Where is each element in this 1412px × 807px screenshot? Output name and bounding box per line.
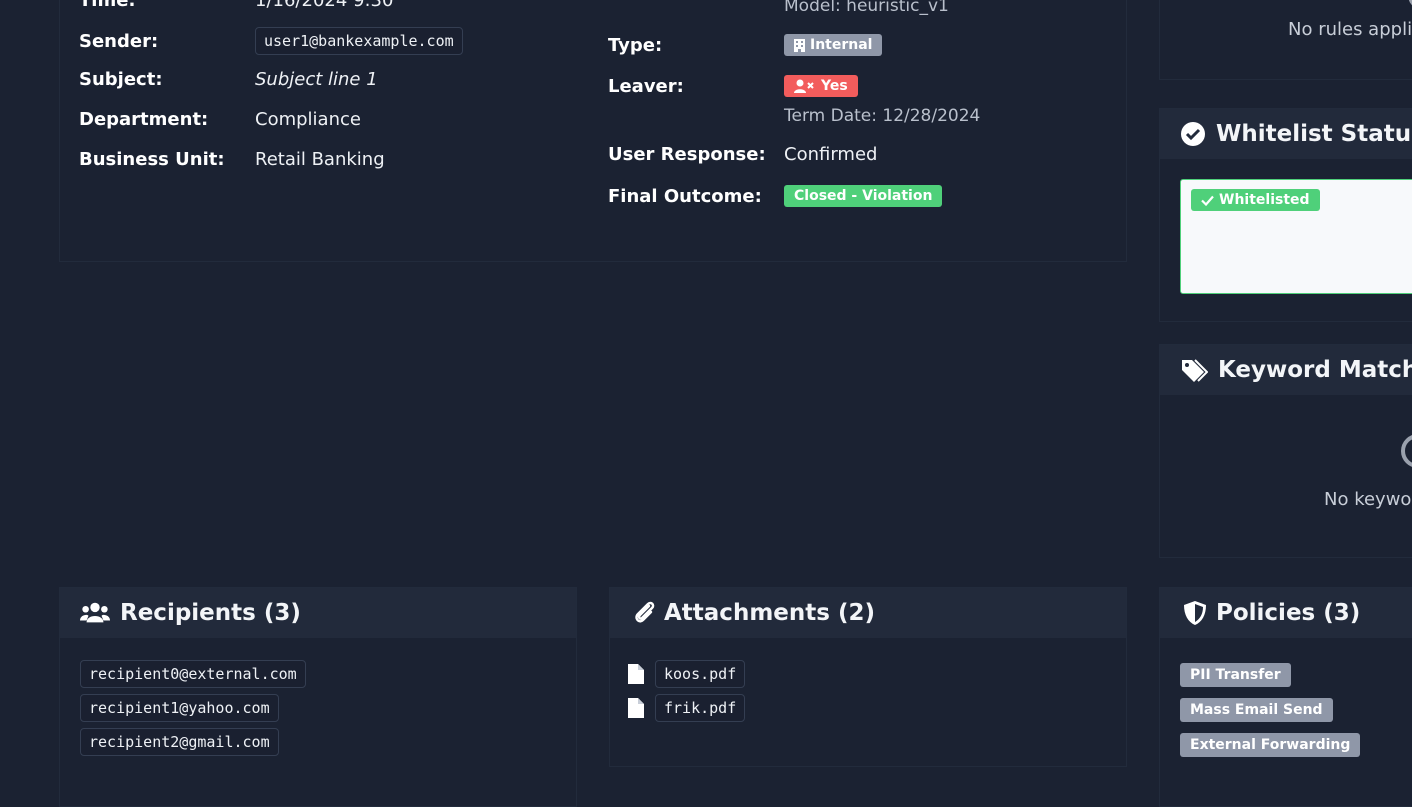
recipients-list: recipient0@external.com recipient1@yahoo… (80, 660, 306, 756)
subject-value: Subject line 1 (255, 69, 378, 90)
policies-panel: Policies (3) PII Transfer Mass Email Sen… (1159, 587, 1412, 807)
final-outcome-label: Final Outcome: (608, 185, 762, 207)
user-x-icon (794, 79, 814, 93)
users-icon (80, 598, 110, 628)
policy-tag: External Forwarding (1180, 733, 1361, 757)
leaver-badge-label: Yes (821, 78, 848, 94)
whitelist-title: Whitelist Status (1216, 121, 1412, 147)
attachments-panel: Attachments (2) koos.pdf frik.pdf (609, 587, 1127, 767)
type-row: Type: Internal (608, 34, 883, 56)
keyword-matches-header: Keyword Matches (1160, 345, 1412, 395)
keyword-matches-panel: Keyword Matches No keywo (1159, 344, 1412, 558)
rules-empty-text: No rules appli (1288, 19, 1412, 40)
building-icon (794, 38, 805, 52)
policies-header: Policies (3) (1160, 588, 1412, 638)
file-icon (628, 664, 644, 684)
department-label: Department: (79, 109, 209, 130)
type-badge-label: Internal (810, 37, 873, 53)
spinner-icon (1401, 435, 1412, 467)
recipient-email[interactable]: recipient0@external.com (80, 660, 306, 688)
model-row: Model: heuristic_v1 (784, 0, 949, 16)
recipient-email[interactable]: recipient1@yahoo.com (80, 694, 279, 722)
recipients-title: Recipients (3) (120, 600, 301, 626)
business-unit-row: Business Unit: Retail Banking (79, 149, 385, 170)
sender-label: Sender: (79, 30, 159, 52)
user-response-label: User Response: (608, 144, 766, 165)
attachment-filename[interactable]: koos.pdf (655, 660, 746, 688)
time-label: Time: (79, 0, 136, 11)
rules-panel: No rules appli (1159, 0, 1412, 80)
time-value: 1/16/2024 9:30 (255, 0, 394, 11)
business-unit-label: Business Unit: (79, 149, 225, 170)
time-row: Time: 1/16/2024 9:30 (79, 0, 393, 11)
whitelist-header: Whitelist Status (1160, 109, 1412, 159)
tags-icon (1180, 355, 1208, 385)
model-text: Model: heuristic_v1 (784, 0, 949, 16)
spinner-icon (1408, 0, 1412, 6)
attachment-item[interactable]: koos.pdf (628, 660, 746, 688)
sender-row: Sender: user1@bankexample.com (79, 27, 463, 55)
check-circle-icon (1180, 119, 1206, 149)
policy-tag: Mass Email Send (1180, 698, 1333, 722)
attachments-list: koos.pdf frik.pdf (628, 660, 746, 722)
attachments-title: Attachments (2) (664, 600, 875, 626)
leaver-row: Leaver: Yes (608, 75, 858, 97)
recipients-header: Recipients (3) (60, 588, 576, 638)
attachment-filename[interactable]: frik.pdf (655, 694, 746, 722)
term-date-text: Term Date: 12/28/2024 (784, 106, 981, 126)
recipient-email[interactable]: recipient2@gmail.com (80, 728, 279, 756)
whitelisted-badge-label: Whitelisted (1219, 192, 1310, 208)
keyword-matches-title: Keyword Matches (1218, 357, 1412, 383)
leaver-badge: Yes (784, 75, 858, 97)
check-icon (1201, 195, 1214, 206)
department-value: Compliance (255, 109, 361, 130)
term-date-row: Term Date: 12/28/2024 (784, 106, 980, 126)
subject-row: Subject: Subject line 1 (79, 69, 378, 90)
final-outcome-row: Final Outcome: Closed - Violation (608, 185, 943, 207)
user-response-row: User Response: Confirmed (608, 144, 877, 165)
whitelisted-badge: Whitelisted (1191, 189, 1320, 211)
whitelist-panel: Whitelist Status Whitelisted (1159, 108, 1412, 322)
shield-icon (1180, 598, 1210, 628)
policies-title: Policies (3) (1216, 600, 1361, 626)
sender-email[interactable]: user1@bankexample.com (255, 27, 463, 55)
business-unit-value: Retail Banking (255, 149, 385, 170)
policy-tag: PII Transfer (1180, 663, 1291, 687)
whitelist-box: Whitelisted (1180, 179, 1412, 294)
type-label: Type: (608, 34, 663, 56)
paperclip-icon (630, 598, 660, 628)
user-response-value: Confirmed (784, 144, 878, 165)
file-icon (628, 698, 644, 718)
attachment-item[interactable]: frik.pdf (628, 694, 746, 722)
subject-label: Subject: (79, 69, 163, 90)
keywords-empty-text: No keywo (1324, 489, 1412, 510)
department-row: Department: Compliance (79, 109, 361, 130)
final-outcome-badge: Closed - Violation (784, 185, 943, 207)
type-badge: Internal (784, 34, 883, 56)
recipients-panel: Recipients (3) recipient0@external.com r… (59, 587, 577, 807)
leaver-label: Leaver: (608, 75, 684, 97)
attachments-header: Attachments (2) (610, 588, 1126, 638)
